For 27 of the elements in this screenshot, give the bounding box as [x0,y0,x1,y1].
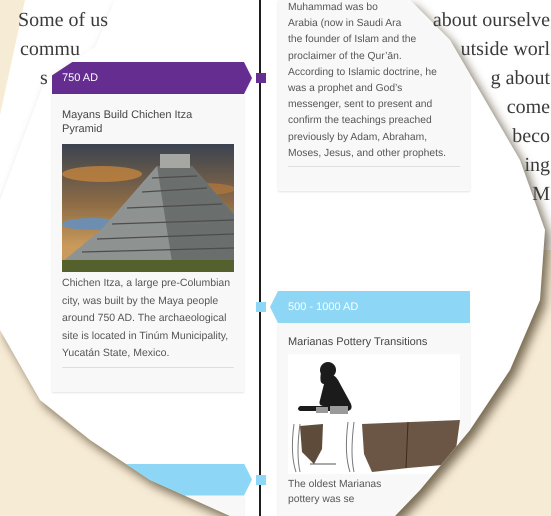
card-text-line: Muhammad was bo [288,1,378,15]
background-text: utside worl [460,37,550,62]
event-title: Mayans Build Chichen Itza Pyramid [62,108,194,136]
card-text-line: Moses, Jesus, and other prophets. [288,146,446,161]
card-text-line: The oldest Marianas [288,478,382,492]
background-text: Some of us [18,8,108,33]
background-text: commu [20,37,80,62]
card-text-line: According to Islamic doctrine, he [288,66,437,80]
event-description: Chichen Itza, a large pre-Columbian city, was built by the Maya people around 750 AD. The archaeological site is located in Tinúm Municipality, Yucatán State, Mexico. [62,276,232,361]
card-text-line: was a prophet and God’s [288,82,402,96]
background-text: M [532,182,550,207]
background-text: beco [512,124,550,149]
card-text-line: previously by Adam, Abraham, [288,130,428,145]
card-text-line: pottery was se [288,493,354,508]
background-text: come [506,95,550,120]
date-tag: 750 AD [52,62,252,94]
card-text-line: confirm the teachings preached [288,114,432,128]
card-text-line: messenger, sent to present and [288,98,432,112]
background-text: g about [490,66,550,91]
background-text: about ourselve [432,8,550,33]
card-text-line: the founder of Islam and the [288,33,416,48]
card-text-line: Arabia (now in Saudi Ara [288,17,402,32]
background-text: ing [524,153,550,178]
background-text: s [40,66,48,91]
card-text-line: proclaimer of the Qur’ān. [288,50,402,64]
date-tag: 500 - 1000 AD [270,291,470,324]
event-title: Marianas Pottery Transitions [288,335,428,350]
